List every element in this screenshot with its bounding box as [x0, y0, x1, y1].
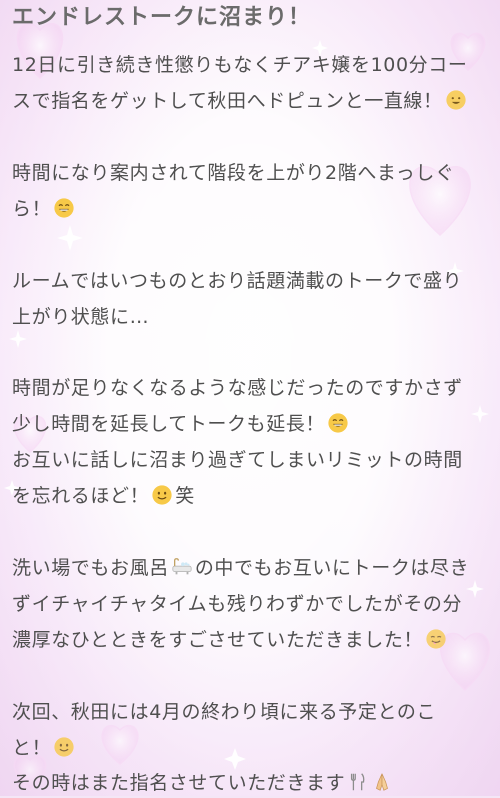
post-line-text: の中でもお互いにトークは尽き	[194, 557, 470, 579]
slightly-smiling-face-icon	[152, 485, 172, 505]
post-line-text: 時間が足りなくなるような感じだったのですかさず	[12, 377, 463, 399]
post-line-text: ずイチャイチャタイムも残りわずかでしたがその分	[12, 593, 463, 615]
post-line: その時はまた指名させていただきます	[12, 768, 393, 798]
post-line: 少し時間を延長してトークも延長！	[12, 409, 349, 439]
post-line: 時間が足りなくなるような感じだったのですかさず	[12, 373, 463, 403]
post-line-text: と！	[12, 737, 52, 759]
post-line: を忘れるほど！ 笑	[12, 481, 195, 511]
post-line: 上がり状態に…	[12, 302, 149, 332]
post-line-text: その時はまた指名させていただきます	[12, 772, 346, 794]
fork-and-knife-icon	[351, 773, 365, 791]
post-line-text: 上がり状態に…	[12, 306, 150, 328]
post-line: ルームではいつものとおり話題満載のトークで盛り	[12, 266, 462, 296]
post-line-text: 次回、秋田には4月の終わり頃に来る予定とのこ	[12, 701, 437, 723]
grinning-face-icon	[54, 198, 74, 218]
post-line-text: お互いに話しに沼まり過ぎてしまいリミットの時間	[12, 449, 463, 471]
blog-post: エンドレストークに沼まり！ 12日に引き続き性懲りもなくチアキ嬢を100分コー …	[0, 0, 500, 796]
post-line-text: スで指名をゲットして秋田へドピュンと一直線！	[12, 90, 443, 112]
post-line-text: ら！	[12, 198, 52, 220]
drooling-face-icon	[426, 629, 446, 649]
grinning-face-icon	[446, 90, 466, 110]
post-line-text: を忘れるほど！	[12, 485, 150, 507]
post-line-text: 濃厚なひとときをすごさせていただきました！	[12, 629, 424, 651]
post-line: 時間になり案内されて階段を上がり2階へまっしぐ	[12, 158, 455, 188]
folded-hands-icon	[376, 773, 389, 791]
post-line-text: 洗い場でもお風呂	[12, 557, 169, 579]
post-line: スで指名をゲットして秋田へドピュンと一直線！	[12, 86, 467, 116]
post-line: 次回、秋田には4月の終わり頃に来る予定とのこ	[12, 697, 436, 727]
post-title: エンドレストークに沼まり！	[12, 5, 312, 30]
post-line: と！	[12, 733, 75, 763]
post-line: お互いに話しに沼まり過ぎてしまいリミットの時間	[12, 445, 463, 475]
grinning-face-icon	[328, 413, 348, 433]
post-line-text: 少し時間を延長してトークも延長！	[12, 413, 326, 435]
slightly-smiling-face-icon	[54, 737, 74, 757]
post-line: ら！	[12, 194, 75, 224]
post-line: ずイチャイチャタイムも残りわずかでしたがその分	[12, 589, 462, 619]
post-line-text: 12日に引き続き性懲りもなくチアキ嬢を100分コー	[12, 54, 468, 76]
post-line-text: ルームではいつものとおり話題満載のトークで盛り	[12, 270, 463, 292]
post-line: 12日に引き続き性懲りもなくチアキ嬢を100分コー	[12, 50, 467, 80]
post-line-text: 時間になり案内されて階段を上がり2階へまっしぐ	[12, 162, 455, 184]
bathtub-icon	[172, 558, 192, 575]
post-line: 洗い場でもお風呂 の中でもお互いにトークは尽き	[12, 553, 469, 583]
post-line-text: 笑	[175, 485, 195, 507]
post-line: 濃厚なひとときをすごさせていただきました！	[12, 625, 447, 655]
